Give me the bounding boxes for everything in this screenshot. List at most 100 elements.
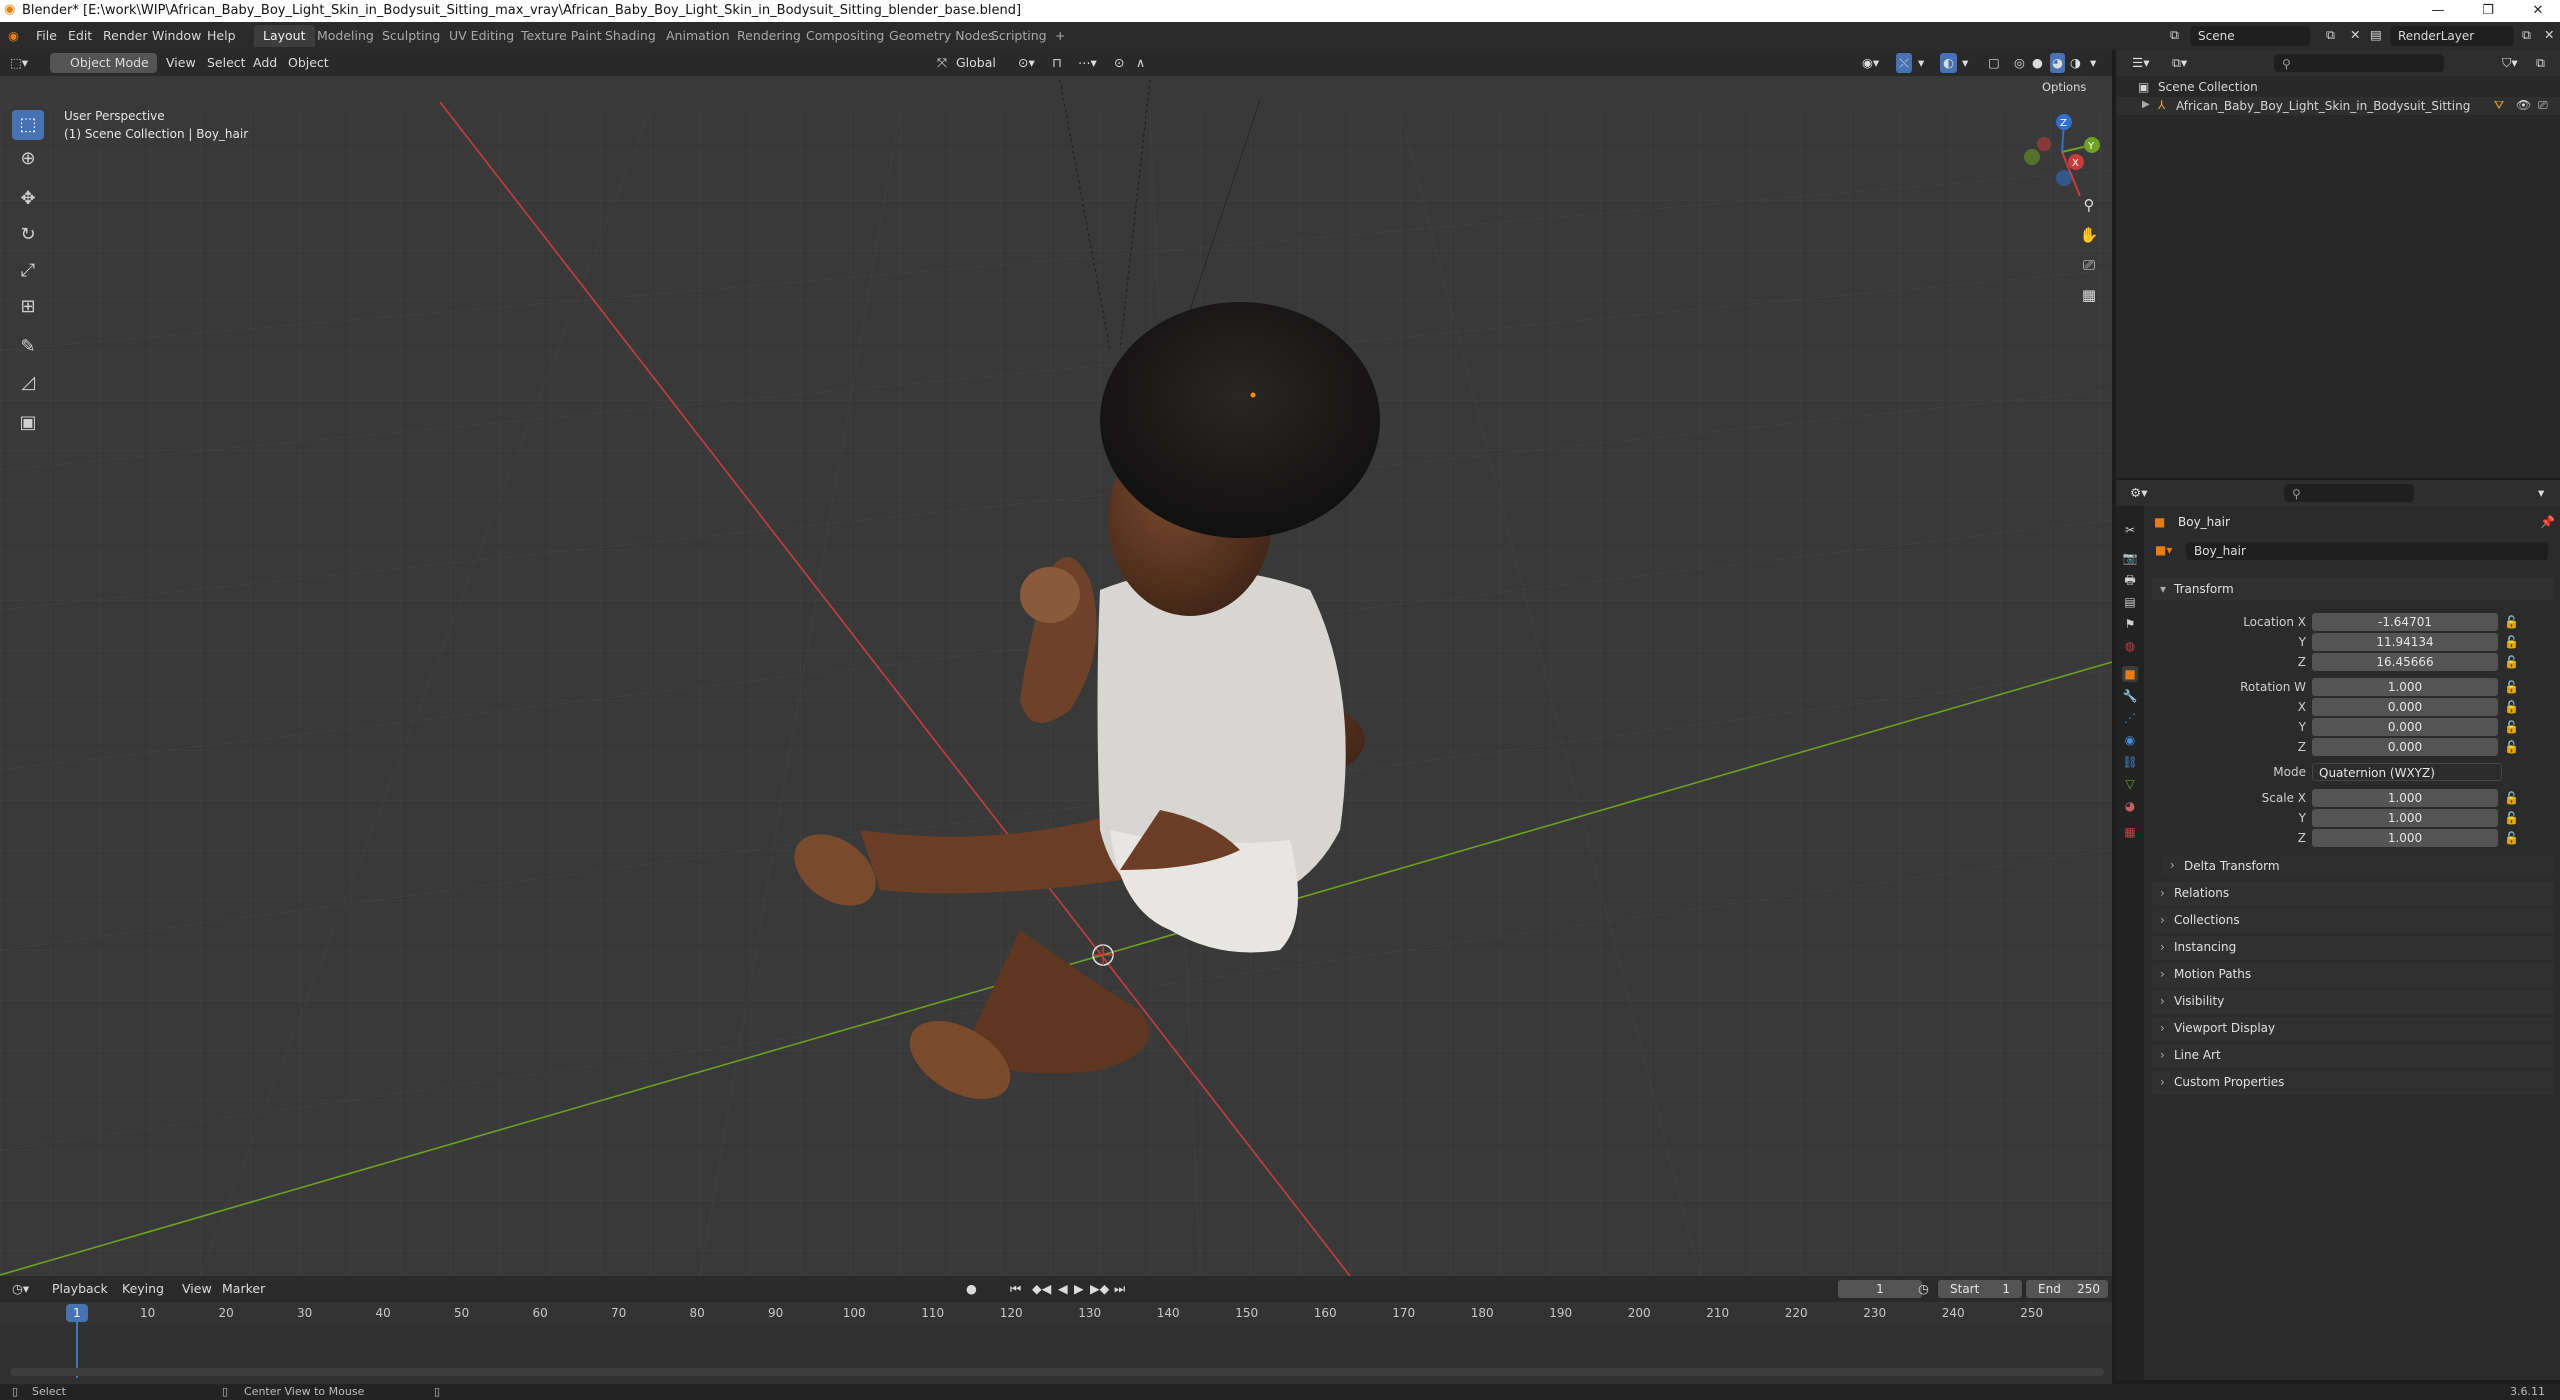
proportional-edit-icon[interactable]: ⊙ bbox=[1114, 53, 1124, 73]
viewport-display-panel-header[interactable]: › Viewport Display bbox=[2152, 1017, 2554, 1041]
timeline-editor-icon[interactable]: ◷▾ bbox=[12, 1279, 29, 1299]
custom-properties-panel-header[interactable]: › Custom Properties bbox=[2152, 1071, 2554, 1095]
current-frame-field[interactable]: 1 bbox=[1838, 1280, 1922, 1298]
collections-panel-header[interactable]: › Collections bbox=[2152, 909, 2554, 933]
rotation-w-field[interactable]: 1.000 bbox=[2312, 678, 2498, 696]
close-button[interactable]: ✕ bbox=[2518, 1, 2558, 21]
annotate-tool-icon[interactable]: ✎ bbox=[12, 332, 44, 362]
scene-selector[interactable]: Scene bbox=[2190, 26, 2310, 46]
add-workspace-button[interactable]: + bbox=[1046, 25, 1074, 47]
lock-icon[interactable]: 🔓 bbox=[2504, 720, 2519, 734]
line-art-panel-header[interactable]: › Line Art bbox=[2152, 1044, 2554, 1068]
menu-window[interactable]: Window bbox=[152, 28, 201, 43]
display-mode-icon[interactable]: ⧉▾ bbox=[2172, 53, 2187, 73]
timeline-menu-marker[interactable]: Marker bbox=[222, 1279, 265, 1299]
rotation-y-field[interactable]: 0.000 bbox=[2312, 718, 2498, 736]
ortho-grid-icon[interactable]: ▦ bbox=[2076, 282, 2102, 308]
outliner-editor-icon[interactable]: ☰▾ bbox=[2132, 53, 2149, 73]
rendered-shading-icon[interactable]: ◑ bbox=[2070, 53, 2081, 73]
viewport-scene[interactable]: X Y Z bbox=[0, 50, 2112, 1276]
filter-icon[interactable]: ⛉▾ bbox=[2502, 53, 2518, 73]
menu-help[interactable]: Help bbox=[207, 28, 236, 43]
delta-transform-header[interactable]: › Delta Transform bbox=[2162, 856, 2554, 876]
pin-icon[interactable]: 📌 bbox=[2540, 515, 2555, 529]
pan-hand-icon[interactable]: ✋ bbox=[2076, 222, 2102, 248]
object-type-icon[interactable]: ■▾ bbox=[2152, 542, 2172, 560]
cursor-tool-icon[interactable]: ⊕ bbox=[12, 144, 44, 174]
rotation-x-field[interactable]: 0.000 bbox=[2312, 698, 2498, 716]
viewport-menu-add[interactable]: Add bbox=[253, 53, 277, 73]
shading-menu-icon[interactable]: ▾ bbox=[2090, 53, 2096, 73]
scale-tool-icon[interactable]: ⤢ bbox=[12, 256, 44, 286]
motion-paths-panel-header[interactable]: › Motion Paths bbox=[2152, 963, 2554, 987]
properties-search-input[interactable]: ⚲ bbox=[2284, 484, 2414, 502]
jump-end-icon[interactable]: ⏭ bbox=[1114, 1279, 1125, 1299]
camera-view-icon[interactable]: ⎚ bbox=[2076, 252, 2102, 278]
rotation-mode-dropdown[interactable]: Quaternion (WXYZ) bbox=[2312, 763, 2502, 781]
add-cube-tool-icon[interactable]: ▣ bbox=[12, 408, 44, 438]
rotation-z-field[interactable]: 0.000 bbox=[2312, 738, 2498, 756]
tab-scripting[interactable]: Scripting bbox=[982, 25, 1056, 47]
visibility-icon[interactable]: ◉▾ bbox=[1862, 53, 1879, 73]
eye-icon[interactable]: 👁 bbox=[2516, 98, 2531, 112]
solid-shading-icon[interactable]: ● bbox=[2032, 53, 2043, 73]
falloff-icon[interactable]: ∧ bbox=[1136, 53, 1145, 73]
delete-scene-icon[interactable]: ✕ bbox=[2350, 27, 2360, 42]
view-layer-tab-icon[interactable]: ▤ bbox=[2122, 594, 2138, 610]
menu-file[interactable]: File bbox=[36, 28, 57, 43]
play-reverse-icon[interactable]: ◀ bbox=[1058, 1279, 1068, 1299]
transform-orientation-selector[interactable]: Global bbox=[956, 53, 996, 73]
lock-icon[interactable]: 🔓 bbox=[2504, 740, 2519, 754]
select-mode-buttons[interactable] bbox=[44, 79, 140, 95]
options-button[interactable]: Options bbox=[2034, 78, 2095, 96]
editor-type-icon[interactable]: ⬚▾ bbox=[10, 53, 28, 73]
lock-icon[interactable]: 🔓 bbox=[2504, 831, 2519, 845]
outliner-row[interactable]: ▶ ⅄ African_Baby_Boy_Light_Skin_in_Bodys… bbox=[2116, 97, 2560, 115]
move-tool-icon[interactable]: ✥ bbox=[12, 184, 44, 214]
zoom-icon[interactable]: ⚲ bbox=[2076, 192, 2102, 218]
measure-tool-icon[interactable]: ◿ bbox=[12, 368, 44, 398]
tab-compositing[interactable]: Compositing bbox=[797, 25, 893, 47]
visibility-panel-header[interactable]: › Visibility bbox=[2152, 990, 2554, 1014]
next-keyframe-icon[interactable]: ▶◆ bbox=[1090, 1279, 1109, 1299]
location-z-field[interactable]: 16.45666 bbox=[2312, 653, 2498, 671]
new-collection-icon[interactable]: ⧉ bbox=[2536, 53, 2545, 73]
timeline-editor[interactable]: ◷▾ Playback Keying View Marker ● ⏮ ◆◀ ◀ … bbox=[0, 1276, 2112, 1384]
menu-render[interactable]: Render bbox=[103, 28, 148, 43]
transform-tool-icon[interactable]: ⊞ bbox=[12, 292, 44, 322]
start-frame-field[interactable]: Start 1 bbox=[1938, 1280, 2022, 1298]
end-frame-field[interactable]: End 250 bbox=[2026, 1280, 2108, 1298]
timeline-menu-keying[interactable]: Keying bbox=[122, 1279, 164, 1299]
material-shading-icon[interactable]: ◕ bbox=[2050, 53, 2065, 73]
tab-layout[interactable]: Layout bbox=[254, 25, 315, 47]
outliner-search-input[interactable]: ⚲ bbox=[2274, 54, 2444, 72]
overlay-toggle-icon[interactable]: ◐ bbox=[1940, 53, 1957, 73]
tab-modeling[interactable]: Modeling bbox=[308, 25, 383, 47]
lock-icon[interactable]: 🔓 bbox=[2504, 811, 2519, 825]
timeline-menu-playback[interactable]: Playback bbox=[52, 1279, 108, 1299]
instancing-panel-header[interactable]: › Instancing bbox=[2152, 936, 2554, 960]
snap-icon[interactable]: ⊓ bbox=[1052, 53, 1062, 73]
lock-icon[interactable]: 🔓 bbox=[2504, 655, 2519, 669]
object-name-field[interactable]: Boy_hair bbox=[2186, 542, 2548, 560]
viewport-menu-select[interactable]: Select bbox=[207, 53, 246, 73]
scale-x-field[interactable]: 1.000 bbox=[2312, 789, 2498, 807]
pivot-icon[interactable]: ⊙▾ bbox=[1018, 53, 1035, 73]
delete-layer-icon[interactable]: ✕ bbox=[2544, 27, 2554, 42]
tool-tab-icon[interactable]: ✂ bbox=[2122, 522, 2138, 538]
timeline-ruler[interactable]: 1 10 20 30 40 50 60 70 80 90 100 110 120 130 140 150 160… bbox=[0, 1302, 2112, 1324]
play-icon[interactable]: ▶ bbox=[1074, 1279, 1084, 1299]
lock-icon[interactable]: 🔓 bbox=[2504, 615, 2519, 629]
viewport-menu-object[interactable]: Object bbox=[288, 53, 329, 73]
scale-y-field[interactable]: 1.000 bbox=[2312, 809, 2498, 827]
tab-animation[interactable]: Animation bbox=[657, 25, 739, 47]
outliner-item-name[interactable]: African_Baby_Boy_Light_Skin_in_Bodysuit_… bbox=[2176, 99, 2470, 113]
outliner-panel[interactable]: ☰▾ ⧉▾ ⚲ ⛉▾ ⧉ ▣ Scene Collection ▶ ⅄ Afri… bbox=[2116, 50, 2560, 478]
tab-sculpting[interactable]: Sculpting bbox=[373, 25, 449, 47]
scale-z-field[interactable]: 1.000 bbox=[2312, 829, 2498, 847]
gizmo-menu-icon[interactable]: ▾ bbox=[1918, 53, 1924, 73]
restore-button[interactable]: ❐ bbox=[2468, 1, 2508, 21]
new-layer-icon[interactable]: ⧉ bbox=[2522, 27, 2531, 43]
tab-shading[interactable]: Shading bbox=[596, 25, 665, 47]
expand-chevron-icon[interactable]: ▶ bbox=[2142, 99, 2150, 110]
